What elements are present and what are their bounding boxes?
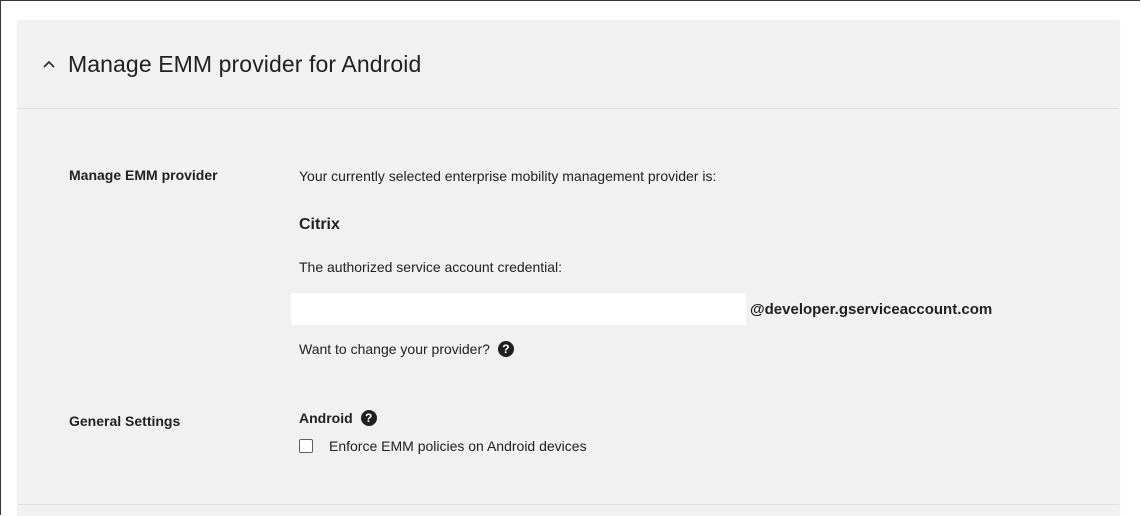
- android-heading: Android: [299, 410, 353, 426]
- emm-settings-card: Manage EMM provider for Android Manage E…: [18, 20, 1119, 516]
- chevron-up-icon[interactable]: [42, 57, 56, 71]
- enforce-emm-label[interactable]: Enforce EMM policies on Android devices: [329, 438, 587, 454]
- credential-email-suffix: @developer.gserviceaccount.com: [750, 301, 993, 318]
- enforce-policies-row[interactable]: Enforce EMM policies on Android devices: [299, 438, 587, 454]
- credential-text: The authorized service account credentia…: [299, 259, 563, 275]
- general-settings-label: General Settings: [69, 413, 181, 429]
- help-circle-icon[interactable]: ?: [360, 410, 377, 427]
- bottom-divider: [18, 504, 1119, 505]
- android-heading-row: Android?: [299, 410, 377, 427]
- section-title: Manage EMM provider for Android: [68, 50, 422, 77]
- section-header[interactable]: Manage EMM provider for Android: [18, 20, 1119, 109]
- change-provider-row: Want to change your provider??: [299, 341, 514, 358]
- emm-provider-label: Manage EMM provider: [69, 167, 218, 183]
- change-provider-text: Want to change your provider?: [299, 341, 490, 357]
- emm-intro-text: Your currently selected enterprise mobil…: [299, 168, 717, 184]
- redacted-credential: [291, 293, 746, 325]
- enforce-emm-checkbox[interactable]: [299, 439, 313, 454]
- provider-name: Citrix: [299, 216, 340, 233]
- help-circle-icon[interactable]: ?: [497, 341, 514, 358]
